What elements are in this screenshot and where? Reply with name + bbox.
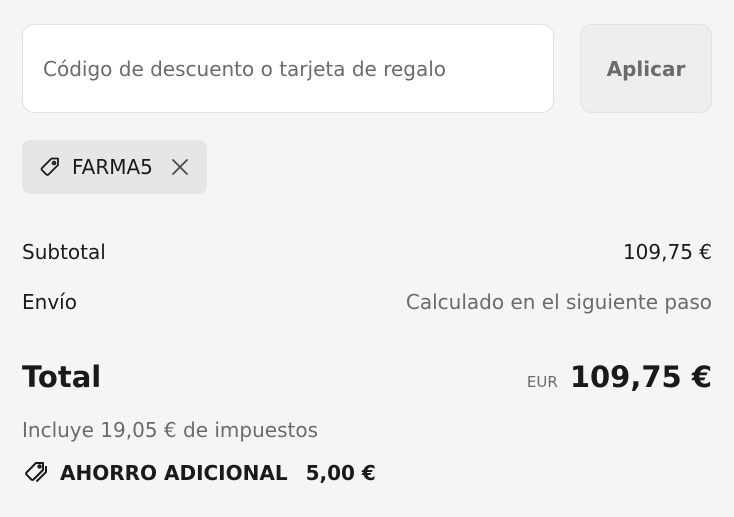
discount-code-input[interactable] [22,24,554,113]
savings-value: 5,00 € [305,461,376,485]
shipping-label: Envío [22,290,77,314]
shipping-row: Envío Calculado en el siguiente paso [22,290,712,314]
shipping-value: Calculado en el siguiente paso [405,290,712,314]
remove-discount-close-icon[interactable] [171,158,189,176]
tags-icon [22,460,50,486]
apply-button[interactable]: Aplicar [580,24,712,113]
additional-savings: AHORRO ADICIONAL 5,00 € [22,460,376,486]
total-row: Total EUR 109,75 € [22,360,712,394]
total-value: 109,75 € [569,360,712,394]
subtotal-value: 109,75 € [622,240,712,264]
tag-icon [38,155,62,179]
discount-form: Aplicar [22,24,712,113]
taxes-note: Incluye 19,05 € de impuestos [22,418,318,442]
currency-code: EUR [526,373,558,391]
total-label: Total [22,360,102,394]
savings-label: AHORRO ADICIONAL [60,461,288,485]
subtotal-label: Subtotal [22,240,106,264]
subtotal-row: Subtotal 109,75 € [22,240,712,264]
total-amount-group: EUR 109,75 € [527,360,712,394]
discount-code-label: FARMA5 [72,155,153,179]
applied-discount-chip: FARMA5 [22,140,207,194]
